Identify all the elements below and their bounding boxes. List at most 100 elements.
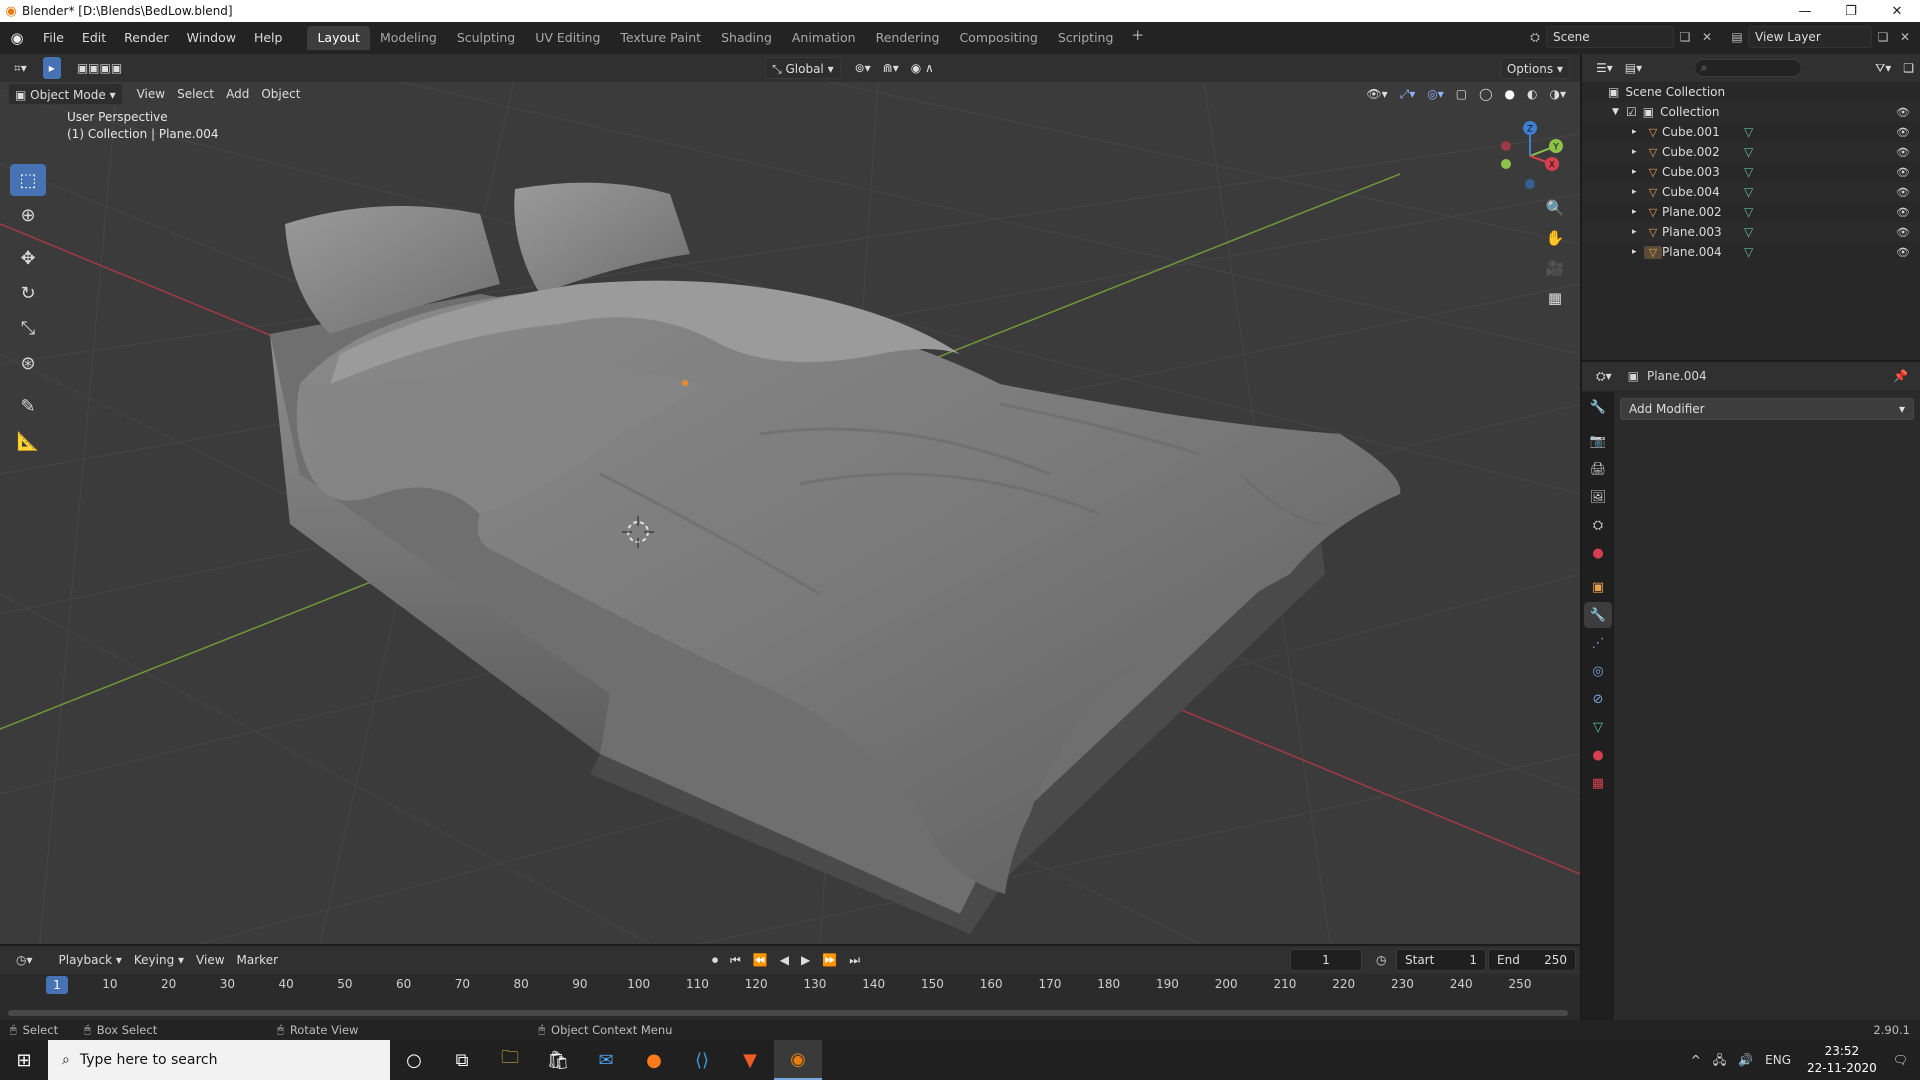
data-tab-icon[interactable]: ▽ [1584, 714, 1612, 740]
expand-arrow-icon[interactable]: ▸ [1632, 207, 1644, 217]
mail-icon[interactable]: ✉ [582, 1040, 630, 1080]
output-tab-icon[interactable]: 🖨 [1584, 456, 1612, 482]
eye-icon[interactable]: 👁 [1896, 146, 1910, 159]
notifications-icon[interactable]: 🗨 [1887, 1049, 1914, 1071]
tab-modeling[interactable]: Modeling [370, 26, 447, 50]
material-shading-icon[interactable]: ◐ [1521, 83, 1543, 105]
outliner-editor-icon[interactable]: ☰▾ [1590, 57, 1619, 79]
new-view-layer-icon[interactable]: ❏ [1872, 26, 1894, 48]
eye-icon[interactable]: 👁 [1896, 246, 1910, 259]
add-modifier-dropdown[interactable]: Add Modifier ▾ [1620, 398, 1914, 420]
properties-editor-icon[interactable]: ⛭▾ [1590, 365, 1618, 387]
outliner-row-cube-004[interactable]: ▸ ▽ Cube.004 ▽ 👁 [1582, 182, 1920, 202]
preview-range-icon[interactable]: ◷ [1370, 949, 1392, 971]
menu-select[interactable]: Select [171, 83, 220, 105]
outliner-row-cube-002[interactable]: ▸ ▽ Cube.002 ▽ 👁 [1582, 142, 1920, 162]
scene-icon[interactable]: ⛭ [1524, 26, 1546, 48]
mesh-data-icon[interactable]: ▽ [1744, 205, 1753, 219]
timeline-editor-icon[interactable]: ◷▾ [10, 949, 39, 971]
outliner-row-plane-003[interactable]: ▸ ▽ Plane.003 ▽ 👁 [1582, 222, 1920, 242]
view-layer-field[interactable]: View Layer [1748, 26, 1872, 48]
task-view-icon[interactable]: ⧉ [438, 1040, 486, 1080]
record-icon[interactable]: ⏺ [706, 949, 724, 971]
menu-marker[interactable]: Marker [231, 949, 284, 971]
navigation-gizmo[interactable]: Z Y X [1490, 116, 1570, 196]
view-layer-icon[interactable]: ▤ [1726, 26, 1748, 48]
store-icon[interactable]: 🛍 [534, 1040, 582, 1080]
menu-window[interactable]: Window [178, 27, 245, 49]
solid-shading-icon[interactable]: ● [1499, 83, 1521, 105]
gizmo-neg-x[interactable] [1501, 141, 1511, 151]
constraints-tab-icon[interactable]: ⊘ [1584, 686, 1612, 712]
close-button[interactable]: ✕ [1874, 0, 1920, 22]
camera-view-icon[interactable]: 🎥 [1541, 254, 1569, 282]
blender-taskbar-icon[interactable]: ◉ [774, 1040, 822, 1080]
firefox-icon[interactable]: ● [630, 1040, 678, 1080]
tab-compositing[interactable]: Compositing [949, 26, 1047, 50]
jump-end-icon[interactable]: ⏭ [843, 949, 866, 971]
pan-hand-icon[interactable]: ✋ [1541, 224, 1569, 252]
tab-animation[interactable]: Animation [782, 26, 866, 50]
tab-scripting[interactable]: Scripting [1048, 26, 1124, 50]
eye-icon[interactable]: 👁 [1896, 226, 1910, 239]
eye-icon[interactable]: 👁 [1896, 106, 1910, 119]
zoom-icon[interactable]: 🔍 [1541, 194, 1569, 222]
expand-arrow-icon[interactable]: ▼ [1612, 107, 1626, 117]
select-box-tool-icon[interactable]: ⬚ [10, 164, 46, 196]
menu-add[interactable]: Add [220, 83, 255, 105]
mesh-data-icon[interactable]: ▽ [1744, 125, 1753, 139]
play-icon[interactable]: ▶ [795, 949, 816, 971]
new-scene-icon[interactable]: ❏ [1674, 26, 1696, 48]
outliner-row-plane-002[interactable]: ▸ ▽ Plane.002 ▽ 👁 [1582, 202, 1920, 222]
overlays-icon[interactable]: ◎▾ [1421, 83, 1450, 105]
taskbar-search-input[interactable]: ⌕ Type here to search [48, 1040, 390, 1080]
play-reverse-icon[interactable]: ◀ [774, 949, 795, 971]
expand-arrow-icon[interactable]: ▸ [1632, 167, 1644, 177]
network-icon[interactable]: 🖧 [1707, 1049, 1732, 1071]
outliner-row-plane-004[interactable]: ▸ ▽ Plane.004 ▽ 👁 [1582, 242, 1920, 262]
minimize-button[interactable]: — [1782, 0, 1828, 22]
world-tab-icon[interactable]: ● [1584, 540, 1612, 566]
delete-view-layer-icon[interactable]: ✕ [1894, 26, 1916, 48]
material-tab-icon[interactable]: ● [1584, 742, 1612, 768]
scene-tab-icon[interactable]: ⛭ [1584, 512, 1612, 538]
annotate-tool-icon[interactable]: ✎ [10, 390, 46, 422]
language-indicator[interactable]: ENG [1759, 1049, 1797, 1071]
visibility-icon[interactable]: 👁▾ [1360, 83, 1393, 105]
wireframe-shading-icon[interactable]: ◯ [1473, 83, 1498, 105]
texture-tab-icon[interactable]: ▦ [1584, 770, 1612, 796]
collection-row[interactable]: ▼ ☑ ▣ Collection 👁 [1582, 102, 1920, 122]
brave-icon[interactable]: ▼ [726, 1040, 774, 1080]
selection-mode-icons[interactable]: ▣▣▣▣ [71, 57, 128, 79]
menu-render[interactable]: Render [115, 27, 178, 49]
current-frame-field[interactable]: 1 [1290, 949, 1362, 971]
new-collection-icon[interactable]: ❏ [1897, 57, 1920, 79]
render-tab-icon[interactable]: 📷 [1584, 428, 1612, 454]
ortho-toggle-icon[interactable]: ▦ [1541, 284, 1569, 312]
tray-expand-icon[interactable]: ^ [1685, 1049, 1707, 1071]
mesh-data-icon[interactable]: ▽ [1744, 225, 1753, 239]
transform-tool-icon[interactable]: ⊛ [10, 347, 46, 379]
select-mode-icon[interactable]: ▸ [42, 57, 61, 79]
menu-keying[interactable]: Keying ▾ [128, 949, 190, 971]
view-layer-tab-icon[interactable]: 🖼 [1584, 484, 1612, 510]
blender-menu-icon[interactable]: ◉ [0, 29, 34, 47]
menu-view[interactable]: View [131, 83, 171, 105]
expand-arrow-icon[interactable]: ▸ [1632, 127, 1644, 137]
file-explorer-icon[interactable]: 🗀 [486, 1040, 534, 1080]
clock[interactable]: 23:52 22-11-2020 [1807, 1043, 1877, 1077]
menu-timeline-view[interactable]: View [190, 949, 230, 971]
pivot-point-icon[interactable]: ⊚▾ [849, 57, 877, 79]
delete-scene-icon[interactable]: ✕ [1696, 26, 1718, 48]
menu-object[interactable]: Object [255, 83, 306, 105]
proportional-editing-icon[interactable]: ◉ ∧ [905, 57, 940, 79]
particles-tab-icon[interactable]: ⋰ [1584, 630, 1612, 656]
gizmo-neg-z[interactable] [1525, 179, 1535, 189]
tab-uv-editing[interactable]: UV Editing [525, 26, 610, 50]
expand-arrow-icon[interactable]: ▸ [1632, 247, 1644, 257]
editor-type-icon[interactable]: ⌗▾ [8, 57, 33, 79]
cursor-tool-icon[interactable]: ⊕ [10, 199, 46, 231]
object-tab-icon[interactable]: ▣ [1584, 574, 1612, 600]
menu-playback[interactable]: Playback ▾ [53, 949, 128, 971]
pin-icon[interactable]: 📌 [1887, 365, 1914, 387]
